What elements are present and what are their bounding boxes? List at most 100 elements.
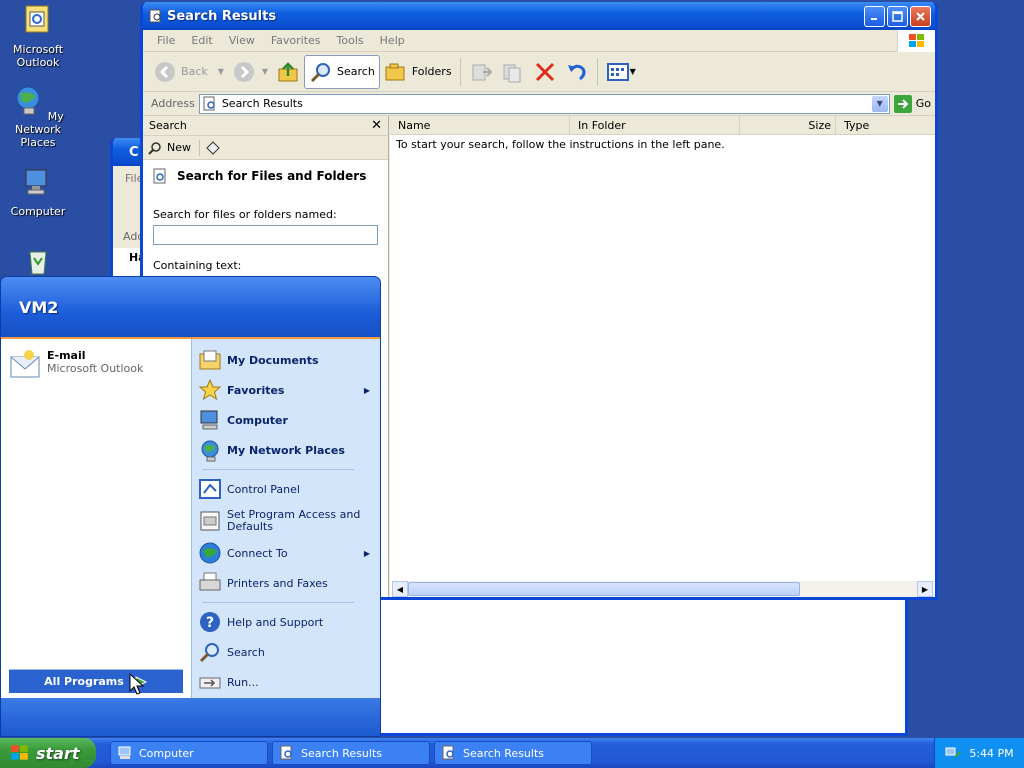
toolbar: Back ▼ ▼ Search Folders ▼ xyxy=(143,52,935,92)
go-button[interactable]: Go xyxy=(893,94,931,113)
start-button[interactable]: start xyxy=(0,738,96,768)
taskbar-button-search-results-2[interactable]: Search Results xyxy=(434,741,592,765)
menu-edit[interactable]: Edit xyxy=(183,34,220,47)
search-for-files-heading: Search for Files and Folders xyxy=(153,168,378,184)
back-arrow-icon xyxy=(155,61,175,82)
taskbar: start Computer Search Results Search Res… xyxy=(0,738,1024,768)
desktop-icon-computer[interactable]: Computer xyxy=(0,166,76,218)
menu-item-control-panel[interactable]: Control Panel xyxy=(192,474,380,504)
scroll-thumb[interactable] xyxy=(408,582,800,596)
toolbar-separator xyxy=(459,57,461,86)
menu-help[interactable]: Help xyxy=(372,34,413,47)
scroll-left-button[interactable]: ◀ xyxy=(392,581,408,597)
windows-logo-icon xyxy=(897,30,935,52)
star-icon xyxy=(198,378,222,401)
search-results-icon xyxy=(203,96,215,110)
window-titlebar[interactable]: Search Results xyxy=(143,2,935,30)
menu-item-run[interactable]: Run... xyxy=(192,667,380,697)
menu-item-printers-faxes[interactable]: Printers and Faxes xyxy=(192,568,380,598)
delete-x-icon xyxy=(535,62,554,81)
pinned-email-item[interactable]: E-mail Microsoft Outlook xyxy=(1,339,191,391)
menu-item-help-support[interactable]: ? Help and Support xyxy=(192,607,380,637)
column-type[interactable]: Type xyxy=(836,116,935,135)
close-pane-icon[interactable]: ✕ xyxy=(371,118,382,133)
move-to-button[interactable] xyxy=(465,55,497,89)
address-value: Search Results xyxy=(221,97,303,110)
new-search-label: New xyxy=(167,141,191,154)
menu-item-network-places[interactable]: My Network Places xyxy=(192,435,380,465)
taskbar-button-label: Computer xyxy=(139,746,194,760)
menu-bar: File Edit View Favorites Tools Help xyxy=(143,30,935,52)
named-label: Search for files or folders named: xyxy=(153,208,337,221)
search-button[interactable]: Search xyxy=(304,54,380,89)
search-pane-header: Search ✕ xyxy=(143,116,388,136)
column-in-folder[interactable]: In Folder xyxy=(570,115,740,135)
outlook-icon xyxy=(25,5,49,33)
column-size[interactable]: Size xyxy=(740,115,836,135)
back-button[interactable]: Back ▼ xyxy=(149,55,228,89)
network-globe-icon xyxy=(16,86,40,115)
back-dropdown-icon[interactable]: ▼ xyxy=(218,67,224,76)
maximize-icon xyxy=(892,10,903,22)
forward-dropdown-icon[interactable]: ▼ xyxy=(262,67,268,76)
search-magnifier-icon xyxy=(310,62,331,82)
computer-icon xyxy=(118,746,131,759)
close-button[interactable] xyxy=(910,5,931,27)
scroll-right-button[interactable]: ▶ xyxy=(917,581,933,597)
up-folder-icon xyxy=(278,61,298,81)
user-name: VM2 xyxy=(19,297,59,317)
taskbar-button-computer[interactable]: Computer xyxy=(110,741,268,765)
desktop-icon-outlook[interactable]: Microsoft Outlook xyxy=(0,4,76,69)
horizontal-scrollbar[interactable]: ◀ ▶ xyxy=(392,581,933,597)
menu-item-search[interactable]: Search xyxy=(192,637,380,667)
address-dropdown-button[interactable]: ▼ xyxy=(871,95,888,112)
results-list[interactable]: Name In Folder Size Type To start your s… xyxy=(390,115,935,597)
menu-item-my-documents[interactable]: My Documents xyxy=(192,345,380,375)
undo-button[interactable] xyxy=(561,55,593,89)
minimize-button[interactable] xyxy=(864,5,885,27)
column-name[interactable]: Name xyxy=(390,115,570,135)
email-envelope-icon xyxy=(10,350,40,378)
move-to-icon xyxy=(472,64,492,80)
search-label: Search xyxy=(337,65,375,78)
maximize-button[interactable] xyxy=(887,5,908,27)
taskbar-button-label: Search Results xyxy=(463,746,545,760)
desktop-icon-network[interactable]: My Network Places xyxy=(0,84,76,149)
files-named-input[interactable] xyxy=(153,225,378,245)
forward-button[interactable]: ▼ xyxy=(228,55,272,89)
menu-item-connect-to[interactable]: Connect To ▶ xyxy=(192,538,380,568)
menu-item-set-program-access[interactable]: Set Program Access and Defaults xyxy=(192,504,380,538)
menu-tools[interactable]: Tools xyxy=(329,34,372,47)
menu-item-label: Connect To xyxy=(227,546,288,560)
new-search-button[interactable]: New xyxy=(147,139,200,156)
chevron-down-icon: ▼ xyxy=(876,99,883,108)
folders-button[interactable]: Folders xyxy=(380,55,456,89)
computer-icon xyxy=(200,410,218,430)
clock[interactable]: 5:44 PM xyxy=(969,747,1013,760)
menu-view[interactable]: View xyxy=(221,34,263,47)
menu-item-favorites[interactable]: Favorites ▶ xyxy=(192,375,380,405)
go-arrow-icon xyxy=(893,94,912,113)
results-header: Name In Folder Size Type xyxy=(390,115,935,135)
all-programs-button[interactable]: All Programs xyxy=(9,669,183,693)
search-options-icon[interactable] xyxy=(204,140,222,156)
menu-item-label: Run... xyxy=(227,675,259,689)
copy-to-button[interactable] xyxy=(497,55,529,89)
start-menu-left-pane: E-mail Microsoft Outlook All Programs xyxy=(1,339,191,698)
delete-button[interactable] xyxy=(529,55,561,89)
taskbar-button-search-results-1[interactable]: Search Results xyxy=(272,741,430,765)
address-field[interactable]: Search Results ▼ xyxy=(198,93,890,114)
printer-icon xyxy=(199,572,221,591)
menu-item-computer[interactable]: Computer xyxy=(192,405,380,435)
copy-to-icon xyxy=(503,64,521,82)
search-pane-toolbar: New xyxy=(143,136,388,160)
views-icon xyxy=(606,62,629,81)
menu-file[interactable]: File xyxy=(149,34,183,47)
containing-text-label: Containing text: xyxy=(153,259,242,272)
submenu-arrow-icon: ▶ xyxy=(363,385,370,395)
network-tray-icon[interactable] xyxy=(945,745,962,761)
views-button[interactable]: ▼ xyxy=(602,55,640,89)
up-folder-button[interactable] xyxy=(272,55,304,89)
chevron-left-icon: ◀ xyxy=(396,584,404,594)
menu-favorites[interactable]: Favorites xyxy=(263,34,329,47)
